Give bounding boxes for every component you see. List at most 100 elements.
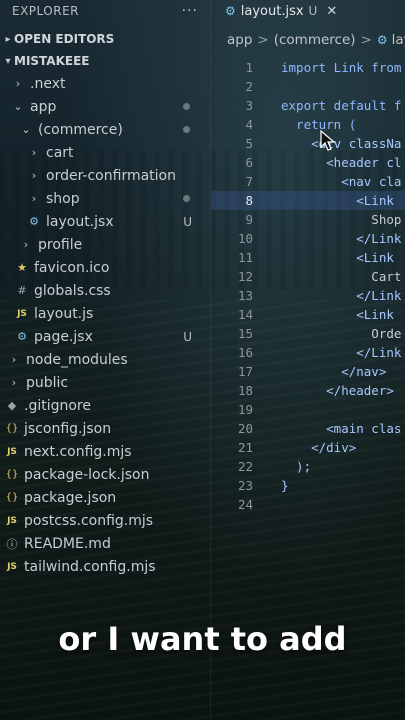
modified-dot: [183, 195, 190, 202]
code-line[interactable]: 23}: [211, 476, 405, 495]
tree-item-label: tailwind.config.mjs: [24, 558, 156, 575]
modified-dot: [183, 126, 190, 133]
line-number: 5: [245, 136, 253, 151]
tree-item-public[interactable]: › public: [0, 371, 210, 394]
tree-item-jsconfig[interactable]: {} jsconfig.json: [0, 417, 210, 440]
code-line[interactable]: 8 <Link: [211, 191, 405, 210]
open-editors-label: OPEN EDITORS: [14, 32, 115, 46]
tree-item-label: node_modules: [26, 351, 128, 368]
project-section[interactable]: ▾ MISTAKEEE: [0, 50, 210, 72]
code-line[interactable]: 1 import Link from: [211, 58, 405, 77]
tree-item-label: profile: [38, 236, 83, 253]
code-line[interactable]: 2: [211, 77, 405, 96]
chevron-right-icon: ›: [31, 169, 37, 182]
tree-item-globals-css[interactable]: # globals.css: [0, 279, 210, 302]
js-icon: JS: [7, 515, 17, 526]
tree-item-label: README.md: [24, 535, 111, 552]
tree-item-package-json[interactable]: {} package.json: [0, 486, 210, 509]
tab-layout-jsx[interactable]: ⚙ layout.jsx U ✕: [225, 4, 337, 19]
explorer-title: EXPLORER: [12, 4, 79, 18]
video-caption: or I want to add: [58, 620, 347, 658]
code-line[interactable]: 12 Cart: [211, 267, 405, 286]
code-line[interactable]: 3 export default f: [211, 96, 405, 115]
code-line[interactable]: 20 <main clas: [211, 419, 405, 438]
tree-item-readme[interactable]: ⓘ README.md: [0, 532, 210, 555]
code-line[interactable]: 19: [211, 400, 405, 419]
tree-item-gitignore[interactable]: ◆ .gitignore: [0, 394, 210, 417]
chevron-right-icon: ›: [23, 238, 29, 251]
breadcrumb: app > (commerce) > ⚙ layo: [211, 22, 405, 58]
line-number: 22: [237, 459, 253, 474]
tree-item-label: .gitignore: [24, 397, 91, 414]
tree-item-favicon[interactable]: ★ favicon.ico: [0, 256, 210, 279]
code-line[interactable]: 7 <nav cla: [211, 172, 405, 191]
code-text: </div>: [281, 440, 357, 455]
code-line[interactable]: 21 </div>: [211, 438, 405, 457]
code-line[interactable]: 6 <header cl: [211, 153, 405, 172]
line-number: 10: [237, 231, 253, 246]
tab-label: layout.jsx: [240, 3, 304, 19]
code-line[interactable]: 14 <Link: [211, 305, 405, 324]
code-text: export default f: [281, 98, 402, 113]
tree-item-tailwind-config[interactable]: JS tailwind.config.mjs: [0, 555, 210, 578]
tree-item-commerce[interactable]: ⌄ (commerce): [0, 118, 210, 141]
code-text: }: [281, 478, 289, 493]
tree-item-label: globals.css: [34, 282, 111, 299]
project-label: MISTAKEEE: [14, 54, 90, 68]
code-text: <Link: [281, 250, 394, 265]
tree-item-shop[interactable]: › shop: [0, 187, 210, 210]
code-text: </nav>: [281, 364, 387, 379]
tree-item-postcss-config[interactable]: JS postcss.config.mjs: [0, 509, 210, 532]
code-line[interactable]: 11 <Link: [211, 248, 405, 267]
tree-item-label: postcss.config.mjs: [24, 512, 154, 529]
tree-item-layout-jsx[interactable]: ⚙ layout.jsx U: [0, 210, 210, 233]
code-line[interactable]: 13 </Link: [211, 286, 405, 305]
react-icon: ⚙: [17, 330, 27, 343]
tree-item-label: (commerce): [38, 121, 123, 138]
explorer-header: EXPLORER ···: [0, 0, 210, 22]
tree-item-next[interactable]: › .next: [0, 72, 210, 95]
code-line[interactable]: 18 </header>: [211, 381, 405, 400]
tree-item-label: layout.jsx: [46, 213, 114, 230]
code-text: <Link: [281, 307, 394, 322]
code-text: <main clas: [281, 421, 402, 436]
tree-item-page-jsx[interactable]: ⚙ page.jsx U: [0, 325, 210, 348]
breadcrumb-separator: >: [257, 32, 269, 48]
line-number: 16: [237, 345, 253, 360]
code-line[interactable]: 9 Shop: [211, 210, 405, 229]
untracked-badge: U: [308, 4, 318, 18]
breadcrumb-item[interactable]: layo: [392, 32, 405, 48]
code-editor: ⚙ layout.jsx U ✕ app > (commerce) > ⚙ la…: [211, 0, 405, 720]
tree-item-profile[interactable]: › profile: [0, 233, 210, 256]
open-editors-section[interactable]: ▸ OPEN EDITORS: [0, 28, 210, 50]
star-icon: ★: [17, 261, 27, 274]
close-icon[interactable]: ✕: [326, 4, 337, 19]
tree-item-next-config[interactable]: JS next.config.mjs: [0, 440, 210, 463]
breadcrumb-item[interactable]: (commerce): [274, 32, 356, 48]
tree-item-node-modules[interactable]: › node_modules: [0, 348, 210, 371]
tree-item-app[interactable]: ⌄ app: [0, 95, 210, 118]
tree-item-cart[interactable]: › cart: [0, 141, 210, 164]
chevron-right-icon: ›: [11, 353, 17, 366]
code-area[interactable]: 1 import Link from 2 3 export default f4 ret…: [211, 58, 405, 514]
code-text: <Link: [281, 193, 394, 208]
tree-item-package-lock[interactable]: {} package-lock.json: [0, 463, 210, 486]
breadcrumb-item[interactable]: app: [227, 32, 252, 48]
chevron-down-icon: ⌄: [21, 123, 31, 136]
code-line[interactable]: 15 Orde: [211, 324, 405, 343]
code-line[interactable]: 17 </nav>: [211, 362, 405, 381]
line-number: 13: [237, 288, 253, 303]
tree-item-layout-js[interactable]: JS layout.js: [0, 302, 210, 325]
line-number: 19: [237, 402, 253, 417]
line-number: 9: [245, 212, 253, 227]
code-line[interactable]: 22 );: [211, 457, 405, 476]
code-line[interactable]: 16 </Link: [211, 343, 405, 362]
code-line[interactable]: 10 </Link: [211, 229, 405, 248]
code-line[interactable]: 24: [211, 495, 405, 514]
code-line[interactable]: 4 return (: [211, 115, 405, 134]
code-text: </header>: [281, 383, 394, 398]
code-line[interactable]: 5 <div classNa: [211, 134, 405, 153]
more-actions-icon[interactable]: ···: [182, 3, 198, 19]
tree-item-order-confirmation[interactable]: › order-confirmation: [0, 164, 210, 187]
line-number: 21: [237, 440, 253, 455]
